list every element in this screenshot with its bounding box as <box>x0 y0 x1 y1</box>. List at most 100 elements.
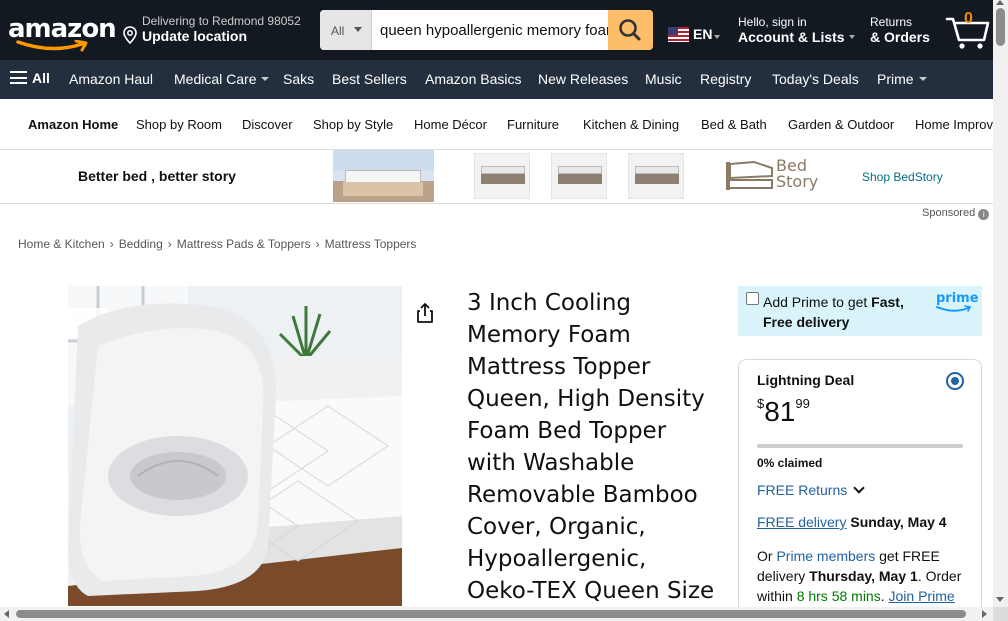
chevron-down-icon <box>848 35 855 39</box>
add-prime-offer: Add Prime to get Fast, Free delivery pri… <box>738 286 982 336</box>
breadcrumb-separator: › <box>109 237 114 251</box>
cart-button[interactable]: 0 <box>944 10 990 50</box>
us-flag-icon <box>668 27 689 42</box>
search-button[interactable] <box>608 10 653 50</box>
delivery-date: Sunday, May 4 <box>850 514 947 530</box>
share-icon <box>417 303 433 323</box>
order-countdown: 8 hrs 58 mins <box>796 588 881 604</box>
subnav-bed-bath[interactable]: Bed & Bath <box>701 117 767 132</box>
scroll-down-arrow-icon[interactable] <box>996 597 1004 602</box>
deliver-line1: Delivering to Redmond 98052 <box>142 14 301 28</box>
free-returns-link[interactable]: FREE Returns <box>757 482 865 498</box>
amazon-logo[interactable]: amazon <box>8 12 117 52</box>
add-prime-checkbox[interactable] <box>746 292 759 305</box>
account-greeting: Hello, sign in <box>738 15 807 29</box>
breadcrumb-home-kitchen[interactable]: Home & Kitchen <box>18 237 105 251</box>
banner-product-thumb-3[interactable] <box>628 153 684 199</box>
deliver-line2: Update location <box>142 28 248 44</box>
breadcrumb-mattress-toppers[interactable]: Mattress Toppers <box>325 237 417 251</box>
search-icon <box>619 19 641 41</box>
returns-line2: & Orders <box>870 29 930 45</box>
free-delivery-link[interactable]: FREE delivery <box>757 514 846 530</box>
banner-product-thumb-2[interactable] <box>551 153 607 199</box>
sponsored-brand-banner[interactable]: Better bed , better story Bed Story Shop … <box>0 150 1008 204</box>
breadcrumb-separator: › <box>315 237 320 251</box>
nav-item-saks[interactable]: Saks <box>283 71 314 87</box>
add-prime-text: Add Prime to get Fast, Free delivery <box>763 294 904 330</box>
search-category-dropdown[interactable]: All <box>320 10 372 50</box>
product-title: 3 Inch Cooling Memory Foam Mattress Topp… <box>467 290 715 604</box>
nav-item-medical-care[interactable]: Medical Care <box>174 71 270 87</box>
chevron-down-icon <box>261 77 270 81</box>
nav-item-amazon-basics[interactable]: Amazon Basics <box>425 71 521 87</box>
hamburger-icon <box>10 71 27 84</box>
banner-lifestyle-image[interactable] <box>333 150 434 202</box>
nav-item-music[interactable]: Music <box>645 71 682 87</box>
product-main-image[interactable] <box>68 286 402 606</box>
subnav-amazon-home[interactable]: Amazon Home <box>28 117 118 132</box>
search-category-label: All <box>331 24 345 38</box>
account-and-lists[interactable]: Hello, sign in Account & Lists <box>738 15 855 45</box>
bedstory-logo-icon <box>726 160 773 190</box>
horizontal-scroll-thumb[interactable] <box>16 610 966 618</box>
breadcrumb-bedding[interactable]: Bedding <box>119 237 163 251</box>
chevron-down-icon <box>354 27 362 32</box>
prime-delivery-date: Thursday, May 1 <box>809 568 918 584</box>
deal-price: $8199 <box>757 396 810 428</box>
smile-arrow-icon <box>16 40 88 52</box>
lightning-deal-label: Lightning Deal <box>757 372 855 388</box>
rolled-mattress-topper-image <box>68 286 402 606</box>
returns-line1: Returns <box>870 15 913 29</box>
buy-box: Lightning Deal $8199 0% claimed FREE Ret… <box>738 359 982 619</box>
scroll-left-arrow-icon[interactable] <box>4 610 9 618</box>
breadcrumb-separator: › <box>167 237 172 251</box>
chevron-down-icon <box>918 77 927 81</box>
subnav-furniture[interactable]: Furniture <box>507 117 559 132</box>
vertical-scroll-thumb[interactable] <box>996 8 1005 46</box>
main-nav-bar: All Amazon Haul Medical Care Saks Best S… <box>0 60 1008 99</box>
search-input[interactable] <box>372 10 608 50</box>
language-label: EN <box>693 26 713 42</box>
cart-count: 0 <box>964 10 973 27</box>
nav-item-new-releases[interactable]: New Releases <box>538 71 628 87</box>
sponsored-label[interactable]: Sponsored i <box>922 207 990 220</box>
banner-tagline: Better bed , better story <box>78 168 236 184</box>
nav-item-todays-deals[interactable]: Today's Deals <box>772 71 859 87</box>
nav-item-best-sellers[interactable]: Best Sellers <box>332 71 407 87</box>
prime-delivery-info: Or Prime members get FREE delivery Thurs… <box>757 548 962 604</box>
chevron-down-icon <box>714 35 720 39</box>
location-pin-icon <box>123 26 137 44</box>
nav-item-registry[interactable]: Registry <box>700 71 751 87</box>
returns-and-orders[interactable]: Returns & Orders <box>870 15 930 45</box>
subnav-kitchen-dining[interactable]: Kitchen & Dining <box>583 117 679 132</box>
nav-item-amazon-haul[interactable]: Amazon Haul <box>69 71 153 87</box>
breadcrumb: Home & Kitchen › Bedding › Mattress Pads & T… <box>18 237 416 251</box>
subnav-home-decor[interactable]: Home Décor <box>414 117 487 132</box>
shop-brand-link[interactable]: Shop BedStory <box>862 170 943 184</box>
search-bar: All <box>320 10 653 50</box>
subnav-shop-by-room[interactable]: Shop by Room <box>136 117 222 132</box>
vertical-scrollbar[interactable] <box>993 0 1008 607</box>
banner-product-thumb-1[interactable] <box>474 153 530 199</box>
subnav-discover[interactable]: Discover <box>242 117 293 132</box>
price-fraction: 99 <box>795 396 810 411</box>
lightning-deal-radio[interactable] <box>946 372 964 390</box>
bedstory-brand-logo[interactable]: Bed Story <box>724 158 818 194</box>
scrollbar-corner <box>993 607 1008 621</box>
scroll-up-arrow-icon[interactable] <box>996 0 1004 5</box>
prime-members-link[interactable]: Prime members <box>776 548 875 564</box>
join-prime-link[interactable]: Join Prime <box>889 588 955 604</box>
prime-logo: prime <box>936 291 979 315</box>
scroll-right-arrow-icon[interactable] <box>982 610 987 618</box>
claimed-progress-bar <box>757 444 963 448</box>
price-whole: 81 <box>764 396 796 427</box>
horizontal-scrollbar[interactable] <box>0 607 993 621</box>
all-menu-button[interactable]: All <box>10 70 50 86</box>
share-button[interactable] <box>414 302 436 324</box>
all-menu-label: All <box>32 70 50 86</box>
breadcrumb-mattress-pads[interactable]: Mattress Pads & Toppers <box>177 237 311 251</box>
subnav-garden-outdoor[interactable]: Garden & Outdoor <box>788 117 894 132</box>
claimed-text: 0% claimed <box>757 456 823 470</box>
nav-item-prime[interactable]: Prime <box>877 71 927 87</box>
subnav-shop-by-style[interactable]: Shop by Style <box>313 117 393 132</box>
